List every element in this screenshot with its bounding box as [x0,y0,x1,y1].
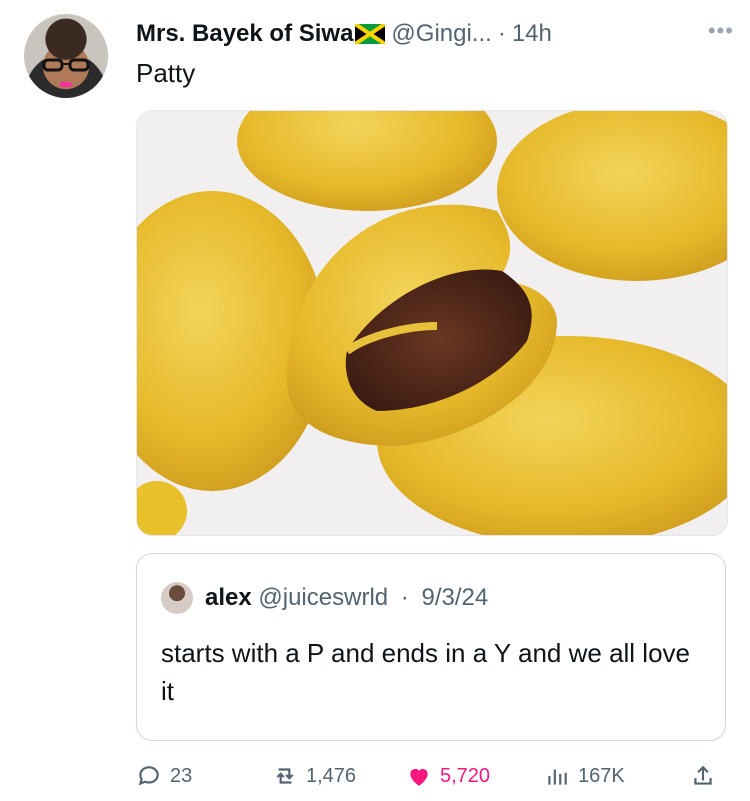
author-avatar[interactable] [24,14,108,98]
views-icon [548,769,567,785]
author-handle[interactable]: @Gingi... [391,20,491,48]
view-count: 167K [578,764,625,787]
reply-icon [138,766,159,786]
more-horizontal-icon[interactable]: ••• [708,18,734,44]
quote-header: alex @juiceswrld · 9/3/24 [205,584,488,612]
quote-separator-dot: · [400,584,409,611]
glasses-icon [42,58,90,72]
timestamp[interactable]: 14h [512,20,552,48]
like-count: 5,720 [440,764,491,787]
reply-count: 23 [170,764,193,787]
share-button[interactable] [690,756,724,796]
quoted-tweet[interactable]: alex @juiceswrld · 9/3/24 starts with a … [136,553,726,741]
tweet-text: Patty [136,58,196,88]
repost-button[interactable]: 1,476 [272,756,356,796]
tweet-header: Mrs. Bayek of Siwa @Gingi... · 14h [136,18,734,50]
repost-count: 1,476 [306,764,357,787]
quote-author-name[interactable]: alex [205,584,252,611]
patty-photo [137,111,727,535]
quote-date[interactable]: 9/3/24 [421,584,488,611]
share-icon [694,765,712,785]
heart-icon [410,768,428,786]
quote-author-avatar[interactable] [161,582,193,614]
separator-dot: · [497,20,506,47]
reply-button[interactable]: 23 [136,756,192,796]
tweet-actions: 23 1,476 5,720 167K [136,756,726,796]
jamaica-flag-icon [355,24,386,44]
views-button[interactable]: 167K [544,756,625,796]
lips [60,82,72,87]
like-button[interactable]: 5,720 [406,756,490,796]
author-name[interactable]: Mrs. Bayek of Siwa [136,20,353,48]
repost-icon [276,768,294,784]
quote-text: starts with a P and ends in a Y and we a… [161,638,691,706]
tweet-image[interactable] [136,110,728,536]
quote-author-handle[interactable]: @juiceswrld [258,584,388,611]
